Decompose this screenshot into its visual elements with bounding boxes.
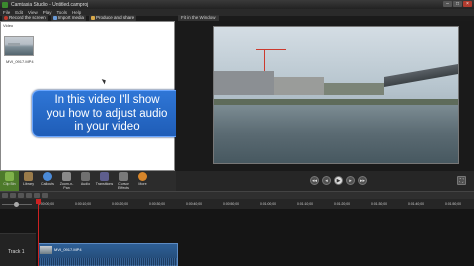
- library-icon: [24, 172, 33, 181]
- record-screen-button[interactable]: Record the screen: [2, 14, 48, 21]
- split-icon[interactable]: [42, 193, 48, 198]
- timeline-clip[interactable]: MVI_0917.MP4: [38, 243, 178, 266]
- copy-icon[interactable]: [26, 193, 32, 198]
- callout-line-2: you how to adjust audio: [46, 107, 168, 120]
- ruler-tick: 0:00:50;00: [223, 202, 240, 206]
- step-back-button[interactable]: ◂: [322, 176, 331, 185]
- rewind-button[interactable]: ◂◂: [310, 176, 319, 185]
- close-button[interactable]: ×: [463, 1, 472, 7]
- ruler-tick: 0:00:30;00: [149, 202, 166, 206]
- tab-more[interactable]: More: [133, 171, 152, 191]
- title-bar: Camtasia Studio - Untitled.camproj – □ ×: [0, 0, 474, 9]
- callout-overlay: In this video I'll show you how to adjus…: [32, 90, 182, 137]
- import-icon: [52, 15, 57, 20]
- maximize-button[interactable]: □: [453, 1, 462, 7]
- preview-zoom-select[interactable]: Fit in the Window: [178, 14, 219, 21]
- video-preview[interactable]: [213, 26, 459, 164]
- clip-thumbnail[interactable]: [4, 36, 34, 56]
- bin-section-label: Video: [3, 23, 14, 28]
- cut-icon[interactable]: [18, 193, 24, 198]
- import-media-button[interactable]: Import media: [50, 14, 87, 21]
- zoom-knob[interactable]: [14, 202, 19, 207]
- redo-icon[interactable]: [10, 193, 16, 198]
- building-left: [214, 71, 274, 95]
- ruler-tick: 0:01:30;00: [371, 202, 388, 206]
- crane-arm: [256, 49, 286, 50]
- timeline-toolbar: [0, 191, 474, 199]
- paste-icon[interactable]: [34, 193, 40, 198]
- building-mid: [274, 77, 324, 95]
- ruler-tick: 0:00:40;00: [186, 202, 203, 206]
- main-toolbar: Record the screen Import media Produce a…: [0, 14, 175, 21]
- transitions-icon: [100, 172, 109, 181]
- ruler-tick: 0:00:20;00: [112, 202, 129, 206]
- ruler-tick: 0:01:50;00: [445, 202, 462, 206]
- tab-callouts[interactable]: Callouts: [38, 171, 57, 191]
- more-icon: [138, 172, 147, 181]
- video-water: [214, 104, 458, 163]
- app-icon: [2, 1, 8, 8]
- fullscreen-button[interactable]: ⛶: [457, 176, 466, 185]
- film-icon: [5, 172, 14, 181]
- audio-waveform: [39, 258, 177, 266]
- track-label: Track 1: [8, 249, 25, 255]
- timeline-ruler[interactable]: 0:00:00;00 0:00:10;00 0:00:20;00 0:00:30…: [0, 199, 474, 209]
- ruler-tick: 0:01:00;00: [260, 202, 277, 206]
- playback-controls: ◂◂ ◂ ▶ ▸ ▸▸ ⛶: [176, 171, 474, 191]
- ruler-tick: 0:01:10;00: [297, 202, 314, 206]
- produce-icon: [91, 15, 96, 20]
- window-controls: – □ ×: [443, 1, 472, 7]
- zoom-icon: [62, 172, 71, 181]
- callout-line-1: In this video I'll show: [54, 94, 160, 106]
- ruler-tick: 0:01:40;00: [408, 202, 425, 206]
- task-tabs: Clip Bin Library Callouts Zoom-n-Pan Aud…: [0, 171, 176, 191]
- preview-toolbar: Fit in the Window: [178, 14, 474, 21]
- callout-line-3: in your video: [74, 121, 140, 133]
- callout-icon: [43, 172, 52, 181]
- record-icon: [4, 15, 8, 20]
- timeline-clip-thumbnail: [40, 246, 52, 254]
- timeline-zoom-slider[interactable]: [2, 202, 32, 207]
- tab-clip-bin[interactable]: Clip Bin: [0, 171, 19, 191]
- undo-icon[interactable]: [2, 193, 8, 198]
- playhead[interactable]: [36, 199, 41, 266]
- cursor-icon: [119, 172, 128, 181]
- tab-audio[interactable]: Audio: [76, 171, 95, 191]
- clip-name: MVI_0917.MP4: [6, 59, 34, 64]
- ruler-tick: 0:00:10;00: [75, 202, 92, 206]
- window-title: Camtasia Studio - Untitled.camproj: [11, 1, 89, 8]
- step-forward-button[interactable]: ▸: [346, 176, 355, 185]
- produce-share-button[interactable]: Produce and share: [89, 14, 137, 21]
- tab-library[interactable]: Library: [19, 171, 38, 191]
- play-button[interactable]: ▶: [334, 176, 343, 185]
- tab-zoom-n-pan[interactable]: Zoom-n-Pan: [57, 171, 76, 191]
- fast-forward-button[interactable]: ▸▸: [358, 176, 367, 185]
- timeline-clip-label: MVI_0917.MP4: [54, 247, 82, 252]
- tab-transitions[interactable]: Transitions: [95, 171, 114, 191]
- ruler-tick: 0:01:20;00: [334, 202, 351, 206]
- trees: [324, 83, 384, 95]
- video-sky: [214, 27, 458, 109]
- audio-icon: [81, 172, 90, 181]
- tab-cursor-effects[interactable]: Cursor Effects: [114, 171, 133, 191]
- minimize-button[interactable]: –: [443, 1, 452, 7]
